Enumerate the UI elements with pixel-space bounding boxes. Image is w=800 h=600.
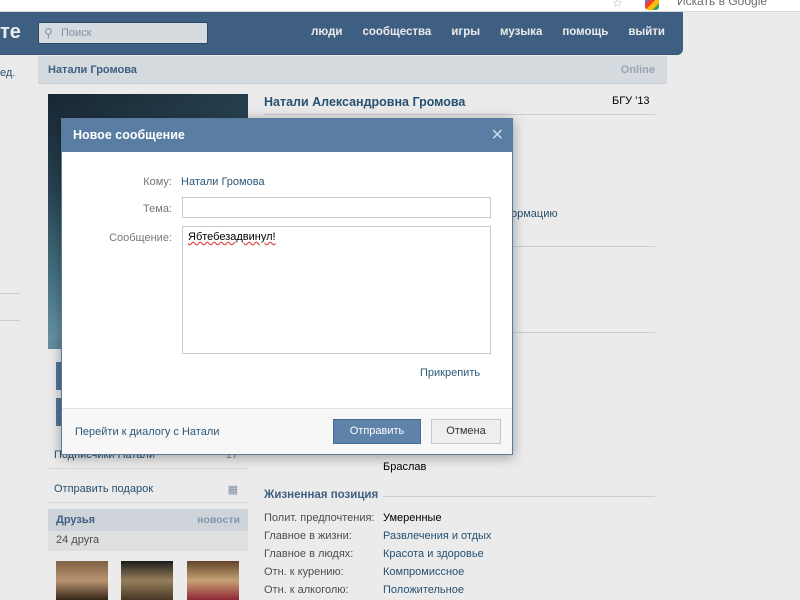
recipient-link[interactable]: Натали Громова bbox=[181, 176, 265, 188]
message-text: Ябтебезадвинул! bbox=[188, 231, 276, 243]
subject-input[interactable] bbox=[182, 197, 491, 218]
dialog-header: Новое сообщение ✕ bbox=[62, 119, 512, 152]
send-button[interactable]: Отправить bbox=[333, 419, 421, 444]
close-icon[interactable]: ✕ bbox=[491, 125, 504, 145]
cancel-button[interactable]: Отмена bbox=[431, 419, 501, 444]
attach-link[interactable]: Прикрепить bbox=[420, 367, 480, 379]
message-textarea[interactable]: Ябтебезадвинул! bbox=[182, 226, 491, 354]
dialog-footer: Перейти к диалогу с Натали Отправить Отм… bbox=[62, 408, 512, 454]
to-label: Кому: bbox=[143, 176, 172, 188]
browser-search-input[interactable]: Искать в Google bbox=[677, 0, 767, 8]
go-to-dialog-link[interactable]: Перейти к диалогу с Натали bbox=[75, 426, 219, 438]
google-icon bbox=[645, 0, 659, 10]
new-message-dialog: Новое сообщение ✕ Кому: Натали Громова Т… bbox=[61, 118, 513, 455]
dialog-title: Новое сообщение bbox=[73, 128, 185, 142]
message-label: Сообщение: bbox=[109, 232, 172, 244]
browser-toolbar: ☆ Искать в Google bbox=[0, 0, 800, 12]
subject-label: Тема: bbox=[143, 203, 172, 215]
bookmark-star-icon[interactable]: ☆ bbox=[612, 0, 623, 10]
